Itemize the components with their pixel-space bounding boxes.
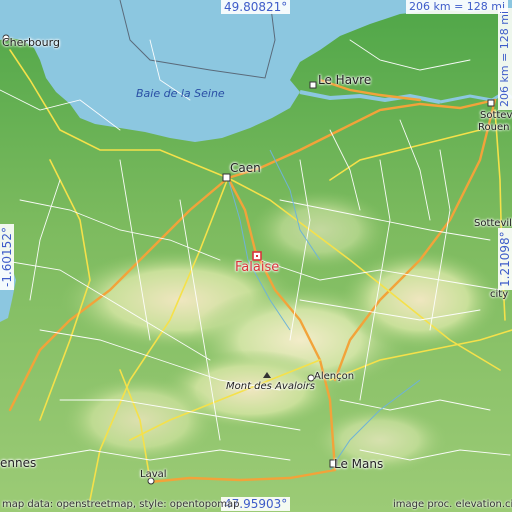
label-caen: Caen [230, 161, 261, 175]
label-city-right: city [490, 289, 509, 300]
city-marker-caen [222, 173, 231, 182]
markers-layer [2, 34, 495, 485]
label-baie-de-la-seine: Baie de la Seine [136, 87, 225, 100]
label-le-havre: Le Havre [318, 73, 372, 87]
attribution-map: map data: openstreetmap, style: opentopo… [2, 499, 240, 510]
scale-top: 206 km = 128 mi [406, 0, 509, 14]
peak-marker-mont-des-avaloirs [263, 372, 271, 378]
label-laval: Laval [140, 469, 167, 480]
city-marker-rouen [487, 99, 495, 107]
coord-top: 49.80821° [221, 0, 291, 14]
label-le-mans: Le Mans [334, 457, 384, 471]
scale-right: 206 km = 128 mi [498, 7, 512, 110]
target-marker [252, 251, 262, 261]
label-mont-des-avaloirs: Mont des Avaloirs [226, 381, 315, 392]
label-alencon: Alençon [314, 371, 355, 382]
label-cherbourg: Cherbourg [2, 36, 60, 49]
attribution-image: image proc. elevation.city [393, 499, 512, 510]
label-falaise[interactable]: Falaise [235, 261, 279, 274]
label-rennes: ennes [0, 456, 37, 470]
map-canvas[interactable]: Cherbourg Baie de la Seine Le Havre Sott… [0, 0, 512, 512]
label-rouen: Rouen [478, 122, 510, 133]
label-sotteville: Sotteville-lè [480, 110, 512, 121]
city-marker-le-havre [309, 81, 317, 89]
coord-left: -1.60152° [0, 224, 14, 290]
coord-right: 1.21098° [498, 228, 512, 290]
